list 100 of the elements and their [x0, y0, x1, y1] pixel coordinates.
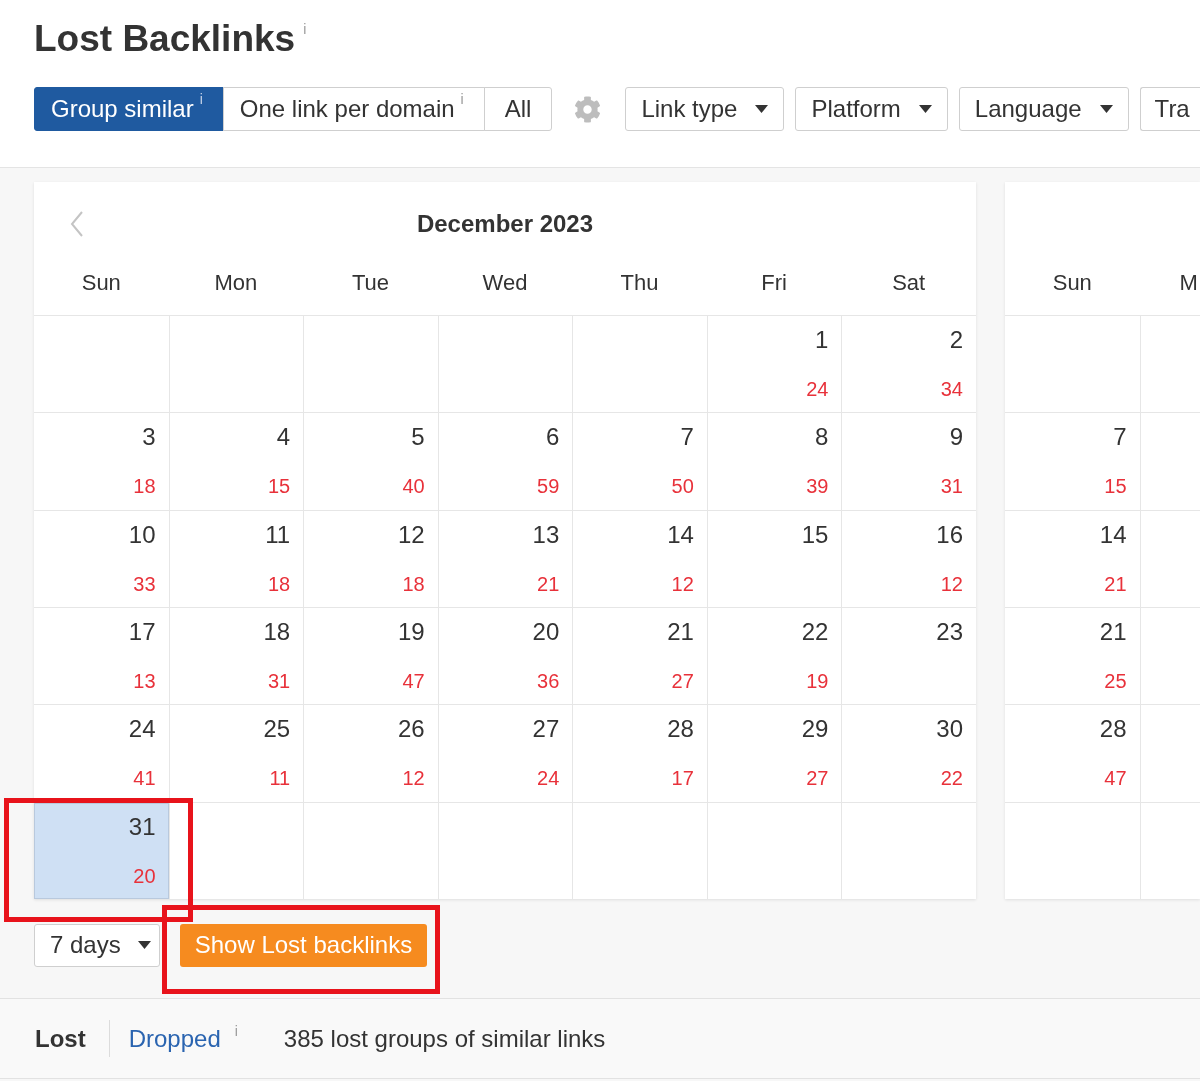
day-number: 4: [276, 424, 291, 451]
day-number: 7: [1113, 424, 1127, 451]
lost-count: 24: [806, 377, 829, 401]
day-number: 12: [398, 521, 425, 548]
tab[interactable]: Lost: [35, 1023, 86, 1054]
day-cell[interactable]: 7 15: [1005, 412, 1140, 510]
day-cell[interactable]: 14 12: [572, 509, 707, 607]
day-number: 14: [1099, 521, 1127, 548]
lost-count: 19: [806, 669, 829, 693]
day-number: 24: [128, 716, 156, 743]
day-number: 22: [801, 619, 829, 645]
day-cell[interactable]: 21 25: [1005, 607, 1140, 705]
tab[interactable]: Dropped: [128, 1023, 221, 1054]
lost-count: 47: [1104, 766, 1127, 791]
lost-count: 47: [402, 669, 425, 693]
lost-count: 27: [806, 766, 829, 791]
day-number: 5: [411, 424, 425, 451]
period-select[interactable]: 7 days: [34, 923, 160, 967]
lost-count: 34: [940, 377, 963, 401]
day-number: 16: [936, 521, 963, 548]
caret-icon: [1099, 105, 1113, 113]
lost-count: 12: [671, 571, 694, 596]
day-cell[interactable]: 13 21: [437, 509, 573, 607]
lost-count: 18: [133, 474, 156, 499]
toggle-button[interactable]: Group similar i: [34, 87, 224, 131]
toggle-button[interactable]: All: [483, 87, 553, 131]
weekday-label: Sun: [80, 271, 122, 295]
chevron-left-icon[interactable]: [70, 211, 84, 237]
lost-count: 21: [1104, 571, 1127, 596]
weekday-label: Thu: [619, 271, 660, 295]
day-cell[interactable]: 21 27: [572, 607, 707, 705]
day-cell[interactable]: 4 15: [168, 412, 304, 510]
result-summary: 385 lost groups of similar links: [283, 1023, 606, 1054]
day-cell[interactable]: 9 31: [841, 412, 976, 510]
lost-count: 15: [267, 474, 291, 499]
day-cell[interactable]: 1 24: [706, 315, 842, 413]
lost-count: 20: [133, 863, 156, 888]
lost-count: 39: [806, 474, 829, 499]
day-cell[interactable]: 7 50: [572, 412, 707, 510]
dropdown-button[interactable]: Tra: [1139, 87, 1200, 131]
dropdown-button[interactable]: Platform: [795, 87, 948, 131]
day-cell[interactable]: 12 18: [303, 509, 438, 607]
day-number: 23: [936, 619, 963, 645]
day-cell[interactable]: 3 18: [34, 412, 169, 510]
weekday-label: Wed: [481, 271, 529, 295]
caret-icon: [755, 105, 769, 113]
lost-count: 25: [1104, 669, 1127, 693]
day-number: 29: [801, 716, 829, 743]
dropdown-button[interactable]: Language: [958, 87, 1129, 131]
lost-count: 18: [402, 571, 425, 596]
day-cell[interactable]: 19 47: [303, 607, 438, 705]
day-number: 14: [667, 521, 694, 548]
day-cell[interactable]: 20 36: [437, 607, 573, 705]
day-cell[interactable]: 6 59: [437, 412, 573, 510]
day-cell[interactable]: 27 24: [437, 704, 573, 802]
day-number: 15: [801, 521, 829, 548]
day-number: 2: [949, 327, 963, 353]
day-cell[interactable]: 31 20: [34, 801, 169, 899]
page-title: Lost Backlinks: [34, 17, 296, 61]
lost-count: 12: [940, 571, 963, 596]
day-number: 7: [680, 424, 694, 451]
info-icon[interactable]: i: [199, 92, 203, 106]
weekday-label: Mon: [213, 271, 259, 295]
weekday-label: Sun: [1051, 271, 1093, 295]
day-cell[interactable]: 18 31: [168, 607, 304, 705]
day-cell[interactable]: 26 12: [303, 704, 438, 802]
day-cell[interactable]: 10 33: [34, 509, 169, 607]
day-number: 28: [1099, 716, 1127, 743]
day-cell[interactable]: 14 21: [1005, 509, 1140, 607]
toggle-button[interactable]: One link per domain i: [222, 87, 485, 131]
day-cell[interactable]: 30 22: [841, 704, 976, 802]
settings-icon[interactable]: [574, 95, 602, 123]
day-cell[interactable]: 29 27: [706, 704, 842, 802]
day-cell[interactable]: 8 39: [706, 412, 842, 510]
day-cell[interactable]: 23: [841, 607, 976, 705]
day-number: 17: [128, 619, 156, 645]
day-cell[interactable]: 22 19: [706, 607, 842, 705]
dropdown-button[interactable]: Link type: [625, 87, 785, 131]
day-number: 31: [128, 813, 156, 840]
day-cell[interactable]: 15: [706, 509, 842, 607]
day-number: 3: [142, 424, 156, 451]
day-cell[interactable]: 11 18: [168, 509, 304, 607]
day-cell[interactable]: 28 47: [1005, 704, 1140, 802]
lost-count: 22: [940, 766, 963, 791]
month-title: December 2023: [416, 210, 594, 238]
lost-count: 50: [671, 474, 694, 499]
day-number: 6: [545, 424, 560, 451]
day-cell[interactable]: 28 17: [572, 704, 707, 802]
day-cell[interactable]: 16 12: [841, 509, 976, 607]
day-number: 27: [532, 716, 560, 743]
weekday-label: Tue: [350, 271, 390, 295]
weekday-label: M: [1178, 271, 1199, 295]
day-number: 11: [265, 521, 291, 548]
day-cell[interactable]: 2 34: [841, 315, 976, 413]
lost-count: 21: [537, 571, 560, 596]
day-number: 10: [128, 521, 156, 548]
lost-count: 15: [1104, 474, 1127, 499]
day-cell[interactable]: 5 40: [303, 412, 438, 510]
day-number: 21: [667, 619, 694, 645]
day-cell[interactable]: 17 13: [34, 607, 169, 705]
